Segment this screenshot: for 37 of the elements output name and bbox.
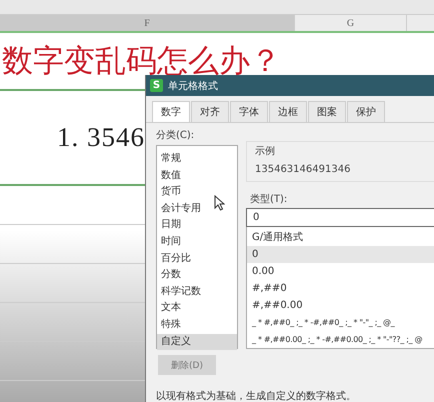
category-item[interactable]: 会计专用 [157,200,237,218]
category-item[interactable]: 时间 [157,234,237,251]
format-item[interactable]: 0 [247,246,434,263]
category-item[interactable]: 特殊 [157,316,237,334]
tab[interactable]: 字体 [230,101,268,122]
type-input-field[interactable]: 0 [246,208,434,227]
type-label: 类型(T): [250,192,288,206]
cell-text: 数字变乱码怎么办？ [2,42,281,80]
hint-text: 以现有格式为基础，生成自定义的数字格式。 [156,390,357,402]
format-item[interactable]: #,##0.00 [247,297,434,314]
tab[interactable]: 图案 [308,101,346,122]
format-item[interactable]: _ * #,##0.00_ ;_ * -#,##0.00_ ;_ * "-"??_ ;_ @ [247,331,434,348]
sample-label: 示例 [255,145,276,158]
category-item[interactable]: 货币 [157,184,237,201]
category-item[interactable]: 数值 [157,168,237,184]
format-item[interactable]: #,##0 [247,280,434,297]
column-header[interactable]: G [295,15,407,31]
category-item[interactable]: 自定义 [157,334,237,350]
sample-value: 135463146491346 [255,164,352,175]
format-item[interactable]: _ * #,##0_ ;_ * -#,##0_ ;_ * "-"_ ;_ @_ [247,314,434,331]
app-icon: S [150,79,163,92]
category-label: 分类(C): [156,128,196,142]
category-item[interactable]: 科学记数 [157,284,237,300]
pointer-icon [214,195,225,211]
category-item[interactable]: 常规 [157,151,237,168]
cell-text: 1. 3546 [57,122,145,153]
category-item[interactable]: 文本 [157,300,237,317]
category-item[interactable]: 分数 [157,267,237,284]
format-item[interactable]: G/通用格式 [247,229,434,246]
tab[interactable]: 保护 [347,101,385,122]
category-item[interactable]: 百分比 [157,250,237,268]
tab[interactable]: 边框 [269,101,307,122]
tab[interactable]: 对齐 [191,101,229,122]
format-item[interactable]: 0.00 [247,263,434,280]
window-title: 单元格格式 [168,80,218,92]
category-item[interactable]: 日期 [157,217,237,234]
tab[interactable]: 数字 [152,101,190,122]
